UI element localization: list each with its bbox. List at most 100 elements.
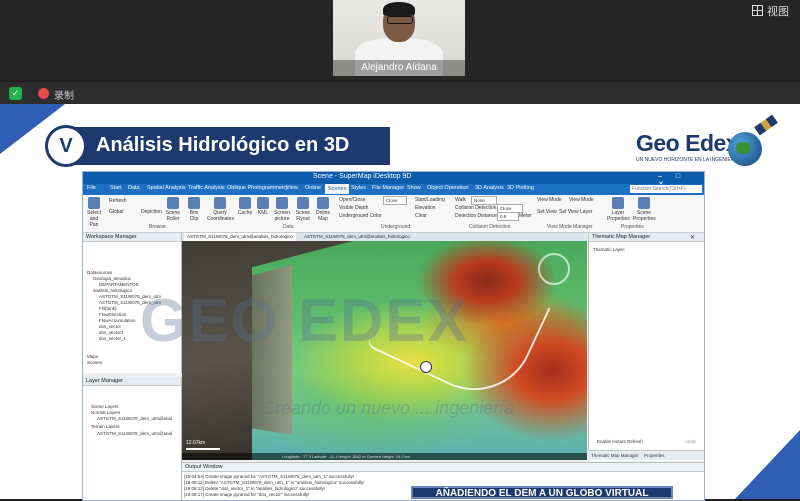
open-close-label: Open/Close <box>339 197 366 203</box>
thematic-map-panel: Thematic Map Manager Thematic Layer: Ena… <box>588 233 704 461</box>
apply-button[interactable]: Apply <box>685 439 696 444</box>
menu-show[interactable]: Show <box>407 185 421 191</box>
tree-item[interactable]: Fill(Sink) <box>99 306 117 311</box>
watermark-text: Creando un nuevo ... ingeniería <box>262 398 515 418</box>
hand-icon <box>88 197 100 209</box>
online-map-button[interactable]: Online Map <box>314 197 332 222</box>
scale-label: 12.67km <box>186 440 206 446</box>
menu-file-manager[interactable]: File Manager <box>372 185 404 191</box>
record-label[interactable]: 录制 <box>54 87 74 102</box>
menu-styles[interactable]: Styles <box>351 185 366 191</box>
log-line: [19:08:12] Delete "dos_vector_1" in "ana… <box>184 486 325 491</box>
log-line: [19:08:17] Create image pyramid for "dos… <box>184 492 310 497</box>
set-view-button[interactable]: Set View <box>537 209 557 215</box>
tree-item[interactable]: DEPARTAMENTOS <box>99 282 139 287</box>
menu-3d-analysis[interactable]: 3D Analysis <box>475 185 504 191</box>
view-mode-button[interactable]: View Mode <box>569 197 594 203</box>
menu-3d-plotting[interactable]: 3D Plotting <box>507 185 534 191</box>
layer-item[interactable]: Scene Layers <box>91 404 119 409</box>
tree-item[interactable]: Maps <box>87 354 98 359</box>
close-icon[interactable]: ✕ <box>690 234 695 241</box>
tree-item[interactable]: dos_vector1 <box>99 330 124 335</box>
group-browse: Browse <box>149 224 166 230</box>
menu-file[interactable]: File <box>87 185 96 191</box>
map-status-bar: Longitude: -77.3 Latitude: -11.1 Height:… <box>182 453 587 460</box>
scene-flyout-button[interactable]: Scene Flyout <box>294 197 312 222</box>
menu-start[interactable]: Start <box>110 185 122 191</box>
visible-depth-label: Visible Depth <box>339 205 369 211</box>
tree-item[interactable]: FlowDirection <box>99 312 126 317</box>
record-icon[interactable] <box>38 88 49 99</box>
logo-tagline: UN NUEVO HORIZONTE EN LA INGENIERÍA <box>636 157 740 163</box>
refresh-button[interactable]: Refresh <box>109 198 127 204</box>
shield-icon[interactable]: ✓ <box>9 87 22 100</box>
start-loading-button[interactable]: Start/Loading <box>415 197 445 203</box>
open-close-select[interactable]: Close <box>383 196 407 205</box>
tab-scene-1[interactable]: ASTGTM_S11W078_dem_utm@analisis_hidrolog… <box>184 233 296 241</box>
walk-label: Walk <box>455 197 466 203</box>
elevation-button[interactable]: Elevation <box>415 205 436 211</box>
menu-object-operation[interactable]: Object Operation <box>427 185 469 191</box>
layer-item[interactable]: Normal Layers <box>91 410 120 415</box>
view-mode-label: View Mode <box>537 197 562 203</box>
slide-corner-decoration <box>735 430 800 499</box>
cache-button[interactable]: Cache <box>237 197 253 216</box>
menu-data[interactable]: Data <box>128 185 140 191</box>
depiction-button[interactable]: Depiction <box>141 209 162 215</box>
fly-icon <box>297 197 309 209</box>
layer-item[interactable]: Terrain Layers <box>91 424 120 429</box>
clear-button[interactable]: Clear <box>415 213 427 219</box>
function-search-input[interactable]: Function Search(Ctrl+F) <box>630 185 702 193</box>
box-clip-button[interactable]: Box Clip <box>185 197 203 222</box>
menu-view[interactable]: View <box>286 185 298 191</box>
tree-item[interactable]: FlowAccumulation <box>99 318 136 323</box>
tree-item[interactable]: Datasources <box>87 270 112 275</box>
geo-edex-logo: Geo Edex <box>636 130 739 156</box>
globe-small-icon <box>317 197 329 209</box>
layer-item[interactable]: ASTGTM_S11W078_dem_utm@anal <box>97 416 172 421</box>
tab-thematic-map-manager[interactable]: Thematic Map Manager <box>591 453 639 458</box>
set-view-layer-button[interactable]: Set View Layer <box>559 209 593 215</box>
kml-icon <box>257 197 269 209</box>
layer-manager-panel: Layer Manager Scene Layers Normal Layers… <box>83 377 182 500</box>
cache-icon <box>239 197 251 209</box>
layer-manager-title: Layer Manager <box>83 377 181 386</box>
tree-item[interactable]: dos_vector <box>99 324 121 329</box>
kml-button[interactable]: KML <box>255 197 271 216</box>
layer-properties-button[interactable]: Layer Properties <box>607 197 630 222</box>
tree-item[interactable]: dos_vector_1 <box>99 336 126 341</box>
group-data: Data <box>283 224 294 230</box>
menu-traffic-analysis[interactable]: Traffic Analysis <box>188 185 225 191</box>
menu-spatial-analysis[interactable]: Spatial Analysis <box>147 185 186 191</box>
tree-item[interactable]: analisis_hidrologico <box>93 288 132 293</box>
layers-icon <box>612 197 624 209</box>
detection-distance-input[interactable]: 0.5 <box>497 212 519 221</box>
tab-properties[interactable]: Properties <box>644 453 665 458</box>
walk-select[interactable]: None <box>471 196 497 205</box>
layer-item[interactable]: ASTGTM_S11W078_dem_utm@anal <box>97 431 172 436</box>
scene-properties-button[interactable]: Scene Properties <box>633 197 656 222</box>
thematic-tab-strip: Thematic Map Manager Properties <box>588 450 704 460</box>
scene-icon <box>638 197 650 209</box>
screen-picture-button[interactable]: Screen picture <box>273 197 291 222</box>
tree-item[interactable]: Geologia_tematica <box>93 276 131 281</box>
workspace-manager-title: Workspace Manager <box>83 233 181 242</box>
menu-oblique[interactable]: Oblique Photogrammetry <box>227 185 288 191</box>
location-marker-icon[interactable] <box>420 361 432 373</box>
tree-item[interactable]: Scenes <box>87 360 102 365</box>
compass-icon[interactable] <box>538 253 570 285</box>
view-button[interactable]: 视图 <box>752 4 798 20</box>
global-button[interactable]: Global <box>109 209 123 215</box>
group-properties: Properties <box>621 224 644 230</box>
query-coordinates-button[interactable]: Query Coordinates <box>207 197 234 222</box>
instant-refresh-checkbox[interactable]: Enable Instant Refresh <box>597 439 643 444</box>
detection-distance-label: Detection Distance <box>455 213 497 219</box>
group-collision: Collision Detection <box>469 224 511 230</box>
meeting-toolbar <box>0 82 800 104</box>
menu-online[interactable]: Online <box>305 185 321 191</box>
view-label: 视图 <box>767 6 789 18</box>
menu-scenes[interactable]: Scenes <box>325 184 350 194</box>
tab-scene-2[interactable]: ASTGTM_S11W078_dem_utm@analisis_hidrolog… <box>301 233 413 241</box>
scene-roller-button[interactable]: Scene Roller <box>163 197 183 222</box>
select-pan-button[interactable]: Select and Pan <box>85 197 103 228</box>
